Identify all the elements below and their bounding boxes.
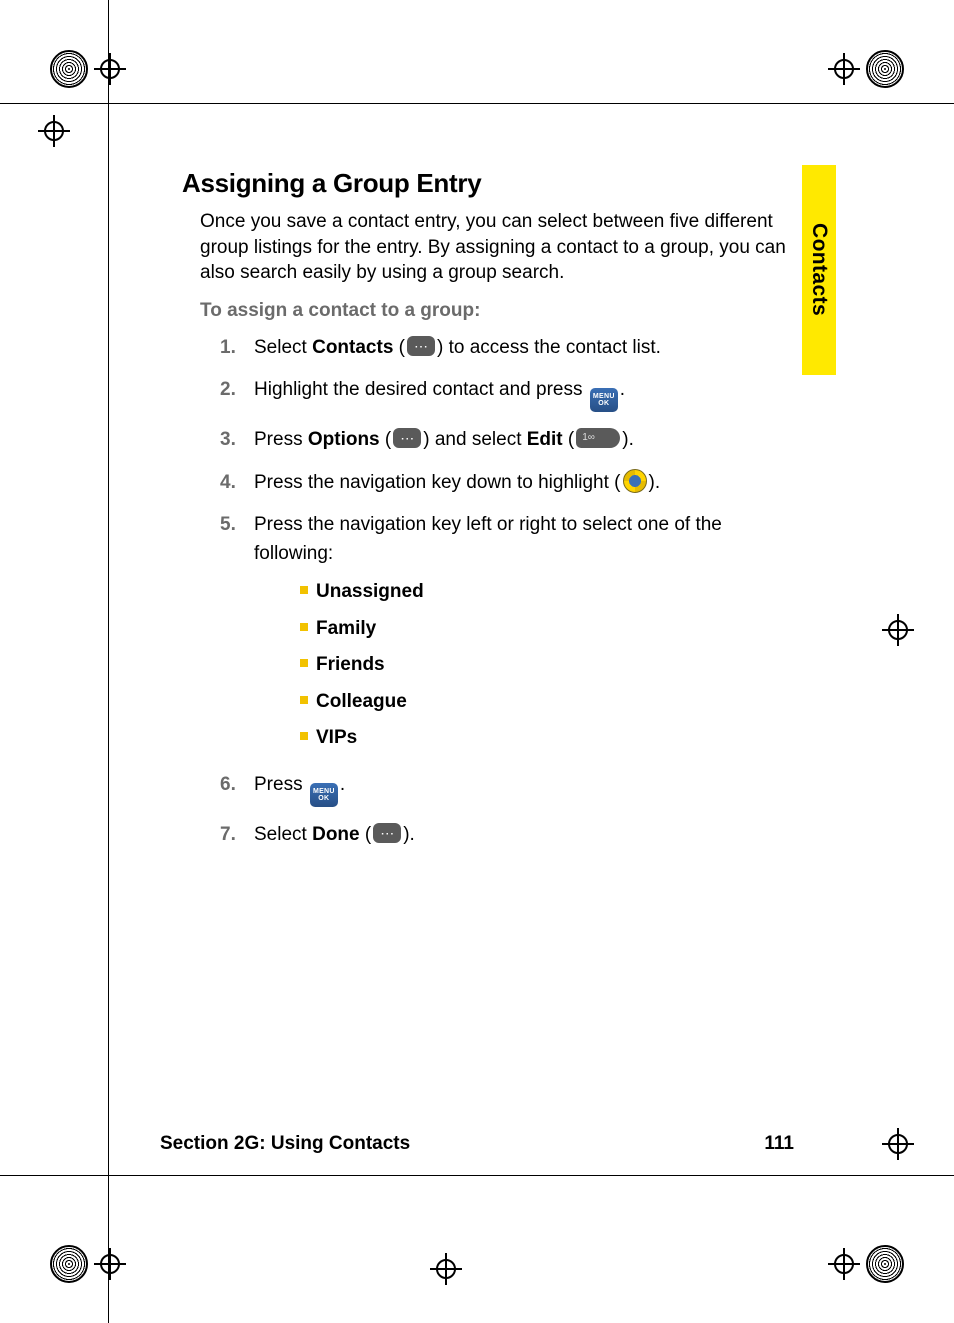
step-text: Highlight the desired contact and press: [254, 379, 588, 400]
page-heading: Assigning a Group Entry: [182, 168, 800, 199]
page-footer: Section 2G: Using Contacts 111: [160, 1133, 794, 1155]
ui-term: Done: [312, 824, 360, 845]
registration-mark: [40, 117, 68, 145]
registration-mark: [830, 1245, 904, 1283]
step-text: Press the navigation key down to highlig…: [254, 472, 621, 493]
registration-mark: [830, 50, 904, 88]
group-option: Colleague: [300, 684, 800, 721]
crop-line: [0, 103, 954, 104]
group-option-list: Unassigned Family Friends Colleague VIPs: [300, 574, 800, 757]
registration-mark: [50, 1245, 124, 1283]
section-tab-label: Contacts: [807, 223, 831, 316]
step-item: Select Contacts ( ) to access the contact…: [220, 334, 800, 377]
footer-page-number: 111: [764, 1133, 794, 1155]
step-text: .: [340, 774, 345, 795]
step-text: (: [380, 429, 392, 450]
group-option: VIPs: [300, 720, 800, 757]
task-subheading: To assign a contact to a group:: [200, 300, 800, 322]
step-item: Press the navigation key left or right t…: [220, 511, 800, 771]
ui-term: Contacts: [312, 337, 393, 358]
intro-paragraph: Once you save a contact entry, you can s…: [200, 209, 800, 286]
step-item: Select Done ().: [220, 821, 800, 864]
softkey-icon: [373, 823, 401, 843]
step-text: ).: [403, 824, 415, 845]
crop-line: [0, 1175, 954, 1176]
step-text: Press the navigation key left or right t…: [254, 514, 722, 564]
group-option: Friends: [300, 647, 800, 684]
softkey-icon: [407, 336, 435, 356]
step-text: (: [393, 337, 405, 358]
crop-line: [108, 0, 109, 1323]
step-text: ).: [622, 429, 634, 450]
menu-ok-icon: MENUOK: [590, 388, 618, 412]
step-text: Press: [254, 429, 308, 450]
navigation-key-icon: [623, 469, 647, 493]
step-item: Press the navigation key down to highlig…: [220, 469, 800, 512]
step-list: Select Contacts ( ) to access the contact…: [220, 334, 800, 864]
section-tab: Contacts: [802, 165, 836, 375]
group-option: Family: [300, 611, 800, 648]
group-option: Unassigned: [300, 574, 800, 611]
step-text: (: [563, 429, 575, 450]
step-text: Press: [254, 774, 308, 795]
registration-mark: [884, 1130, 912, 1158]
softkey-wide-icon: [576, 428, 620, 448]
step-text: .: [620, 379, 625, 400]
page-content: Assigning a Group Entry Once you save a …: [160, 150, 800, 863]
softkey-icon: [393, 428, 421, 448]
step-text: ).: [649, 472, 661, 493]
step-text: ) and select: [423, 429, 527, 450]
step-text: Select: [254, 824, 312, 845]
registration-mark: [884, 616, 912, 644]
step-item: Highlight the desired contact and press …: [220, 376, 800, 426]
step-item: Press Options ( ) and select Edit ().: [220, 426, 800, 469]
ui-term: Options: [308, 429, 380, 450]
step-text: Select: [254, 337, 312, 358]
step-text: (: [360, 824, 372, 845]
ui-term: Edit: [527, 429, 563, 450]
registration-mark: [50, 50, 124, 88]
menu-ok-icon: MENUOK: [310, 783, 338, 807]
step-item: Press MENUOK.: [220, 771, 800, 821]
registration-mark: [432, 1255, 460, 1283]
step-text: ) to access the contact list.: [437, 337, 661, 358]
footer-section: Section 2G: Using Contacts: [160, 1133, 410, 1155]
